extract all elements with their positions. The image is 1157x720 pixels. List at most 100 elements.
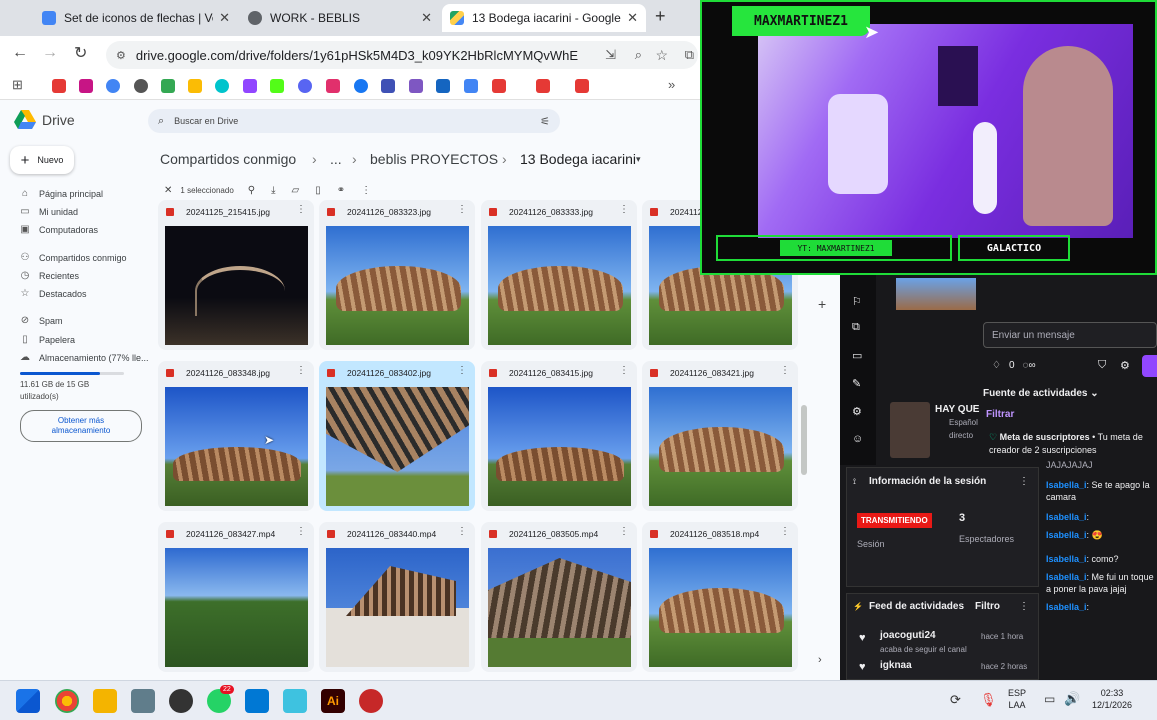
unity-icon[interactable] [436,79,450,93]
start-icon[interactable] [16,689,40,713]
forward-icon[interactable]: → [42,44,58,62]
image-file-card[interactable]: 20241126_083333.jpg ⋮ [481,200,637,350]
chrome-icon[interactable] [55,689,79,713]
shield-icon[interactable]: ⛉ [1098,359,1106,372]
tab-work-beblis[interactable]: WORK - BEBLIS ✕ [240,4,440,32]
tab-vector-icons[interactable]: Set de iconos de flechas | Vecto ✕ [34,4,238,32]
more-options-icon[interactable]: ⋮ [780,365,790,376]
chevron-right-icon[interactable]: › [818,654,822,666]
add-icon[interactable]: + [818,296,826,312]
feed-user[interactable]: joacoguti24 [880,630,936,641]
video-file-card[interactable]: 20241126_083427.mp4 ⋮ [158,522,314,672]
filter-link[interactable]: Filtrar [986,409,1014,420]
image-file-card[interactable]: 20241126_083323.jpg ⋮ [319,200,475,350]
chat-settings-icon[interactable]: ⚙ [1120,359,1130,372]
more-options-icon[interactable]: ⋮ [296,204,306,215]
apps-grid-icon[interactable]: ⊞ [12,77,23,93]
google-icon[interactable] [106,79,120,93]
microphone-icon[interactable]: 🎙 [980,692,997,708]
file-explorer-icon[interactable] [93,689,117,713]
gmail-icon[interactable] [79,79,93,93]
obs-icon[interactable] [169,689,193,713]
more-icon[interactable]: ⋮ [1019,601,1029,612]
youtube-icon[interactable] [492,79,506,93]
instagram-icon[interactable] [326,79,340,93]
twitch-icon[interactable] [243,79,257,93]
illustrator-icon[interactable]: Ai [321,689,345,713]
crop-icon[interactable]: ⧉ [852,321,860,334]
docs-icon[interactable] [464,79,478,93]
image-file-card[interactable]: 20241126_083348.jpg ⋮ [158,361,314,511]
stream-preview[interactable] [896,278,976,310]
stream-manager-icon[interactable]: ⚐ [852,295,862,308]
image-file-card[interactable]: 20241126_083402.jpg ⋮ [319,361,475,511]
more-icon[interactable]: ⋮ [1019,476,1029,487]
volume-icon[interactable]: 🔊 [1064,691,1080,707]
chat-user[interactable]: Isabella_i [1046,554,1087,564]
youtube-icon[interactable] [536,79,550,93]
image-file-card[interactable]: 20241126_083415.jpg ⋮ [481,361,637,511]
chatgpt-icon[interactable] [134,79,148,93]
more-options-icon[interactable]: ⋮ [619,365,629,376]
reload-icon[interactable]: ↻ [74,43,87,63]
extensions-icon[interactable]: ⧉ [685,47,694,63]
calculator-icon[interactable] [245,689,269,713]
more-options-icon[interactable]: ⋮ [780,526,790,537]
bookmark-star-icon[interactable]: ☆ [655,47,668,64]
video-icon[interactable]: ▭ [852,349,862,362]
more-options-icon[interactable]: ⋮ [296,365,306,376]
close-icon[interactable]: ✕ [219,10,230,26]
feed-user[interactable]: igknaa [880,660,912,671]
address-bar[interactable]: ⚙ drive.google.com/drive/folders/1y61pHS… [106,41,698,69]
back-icon[interactable]: ← [12,44,28,62]
discord-icon[interactable] [298,79,312,93]
chevron-more-icon[interactable]: » [668,77,675,92]
chat-user[interactable]: Isabella_i [1046,572,1087,582]
chat-input[interactable]: Enviar un mensaje [983,322,1157,348]
keep-icon[interactable] [188,79,202,93]
recorder-icon[interactable] [359,689,383,713]
tab-google-drive[interactable]: 13 Bodega iacarini - Google Dri ✕ [442,4,646,32]
more-options-icon[interactable]: ⋮ [619,526,629,537]
more-options-icon[interactable]: ⋮ [296,526,306,537]
site-info-icon[interactable]: ⚙ [116,49,126,62]
chat-user[interactable]: Isabella_i [1046,530,1087,540]
image-file-card[interactable]: 20241126_083421.jpg ⋮ [642,361,798,511]
more-options-icon[interactable]: ⋮ [457,526,467,537]
snipping-tool-icon[interactable] [131,689,155,713]
video-file-card[interactable]: 20241126_083518.mp4 ⋮ [642,522,798,672]
chat-send-button[interactable] [1142,355,1157,377]
video-file-card[interactable]: 20241126_083505.mp4 ⋮ [481,522,637,672]
gemini-icon[interactable] [161,79,175,93]
facebook-icon[interactable] [354,79,368,93]
sync-icon[interactable]: ⟳ [950,692,961,708]
chat-user[interactable]: Isabella_i [1046,480,1087,490]
video-file-card[interactable]: 20241126_083440.mp4 ⋮ [319,522,475,672]
youtube-icon[interactable] [575,79,589,93]
scrollbar[interactable] [801,405,807,475]
youtube-icon[interactable] [52,79,66,93]
edit-icon[interactable]: ✎ [852,377,861,390]
more-options-icon[interactable]: ⋮ [619,204,629,215]
zoom-icon[interactable]: ⌕ [635,47,642,63]
chat-user[interactable]: Isabella_i [1046,512,1087,522]
activity-feed-title[interactable]: Fuente de actividades ⌄ [983,388,1099,399]
new-tab-button[interactable]: + [655,6,666,27]
canva-icon[interactable] [215,79,229,93]
chat-user[interactable]: Isabella_i [1046,602,1087,612]
feed-filter[interactable]: Filtro [975,601,1000,612]
clock[interactable]: 02:33 12/1/2026 [1092,687,1132,711]
emote-icon[interactable]: ☺ [852,433,863,445]
close-icon[interactable]: ✕ [421,10,432,26]
language-indicator[interactable]: ESP LAA [1008,687,1026,711]
network-icon[interactable]: ▭ [1044,692,1055,706]
kick-icon[interactable] [270,79,284,93]
clip-thumbnail[interactable] [890,402,930,458]
settings-icon[interactable]: ⚙ [852,405,862,418]
more-options-icon[interactable]: ⋮ [457,365,467,376]
install-icon[interactable]: ⇲ [605,47,616,63]
forms-icon[interactable] [381,79,395,93]
close-icon[interactable]: ✕ [627,10,638,26]
udemy-icon[interactable] [409,79,423,93]
image-file-card[interactable]: 20241125_215415.jpg ⋮ [158,200,314,350]
